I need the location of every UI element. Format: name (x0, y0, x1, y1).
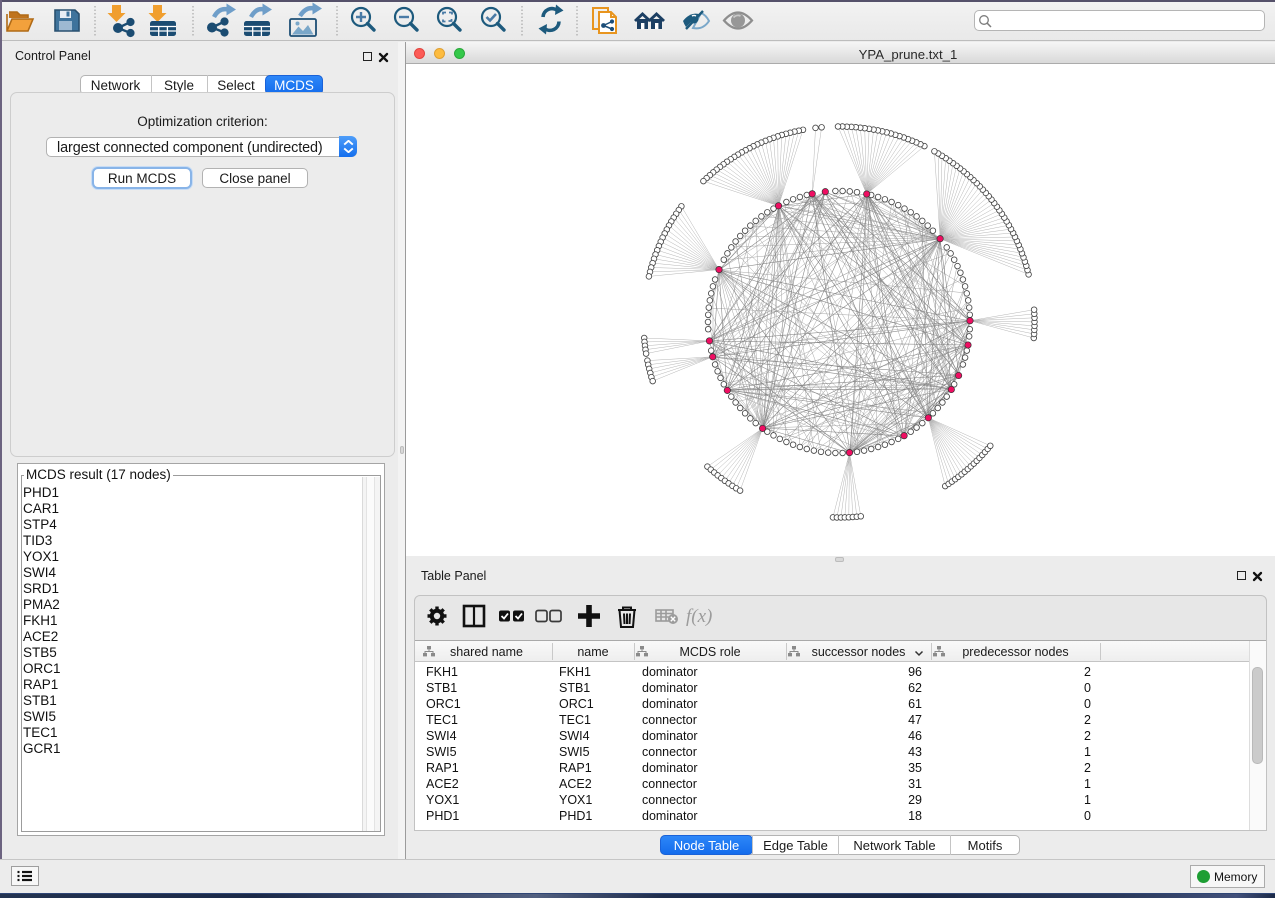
svg-text:f(x): f(x) (686, 606, 712, 627)
